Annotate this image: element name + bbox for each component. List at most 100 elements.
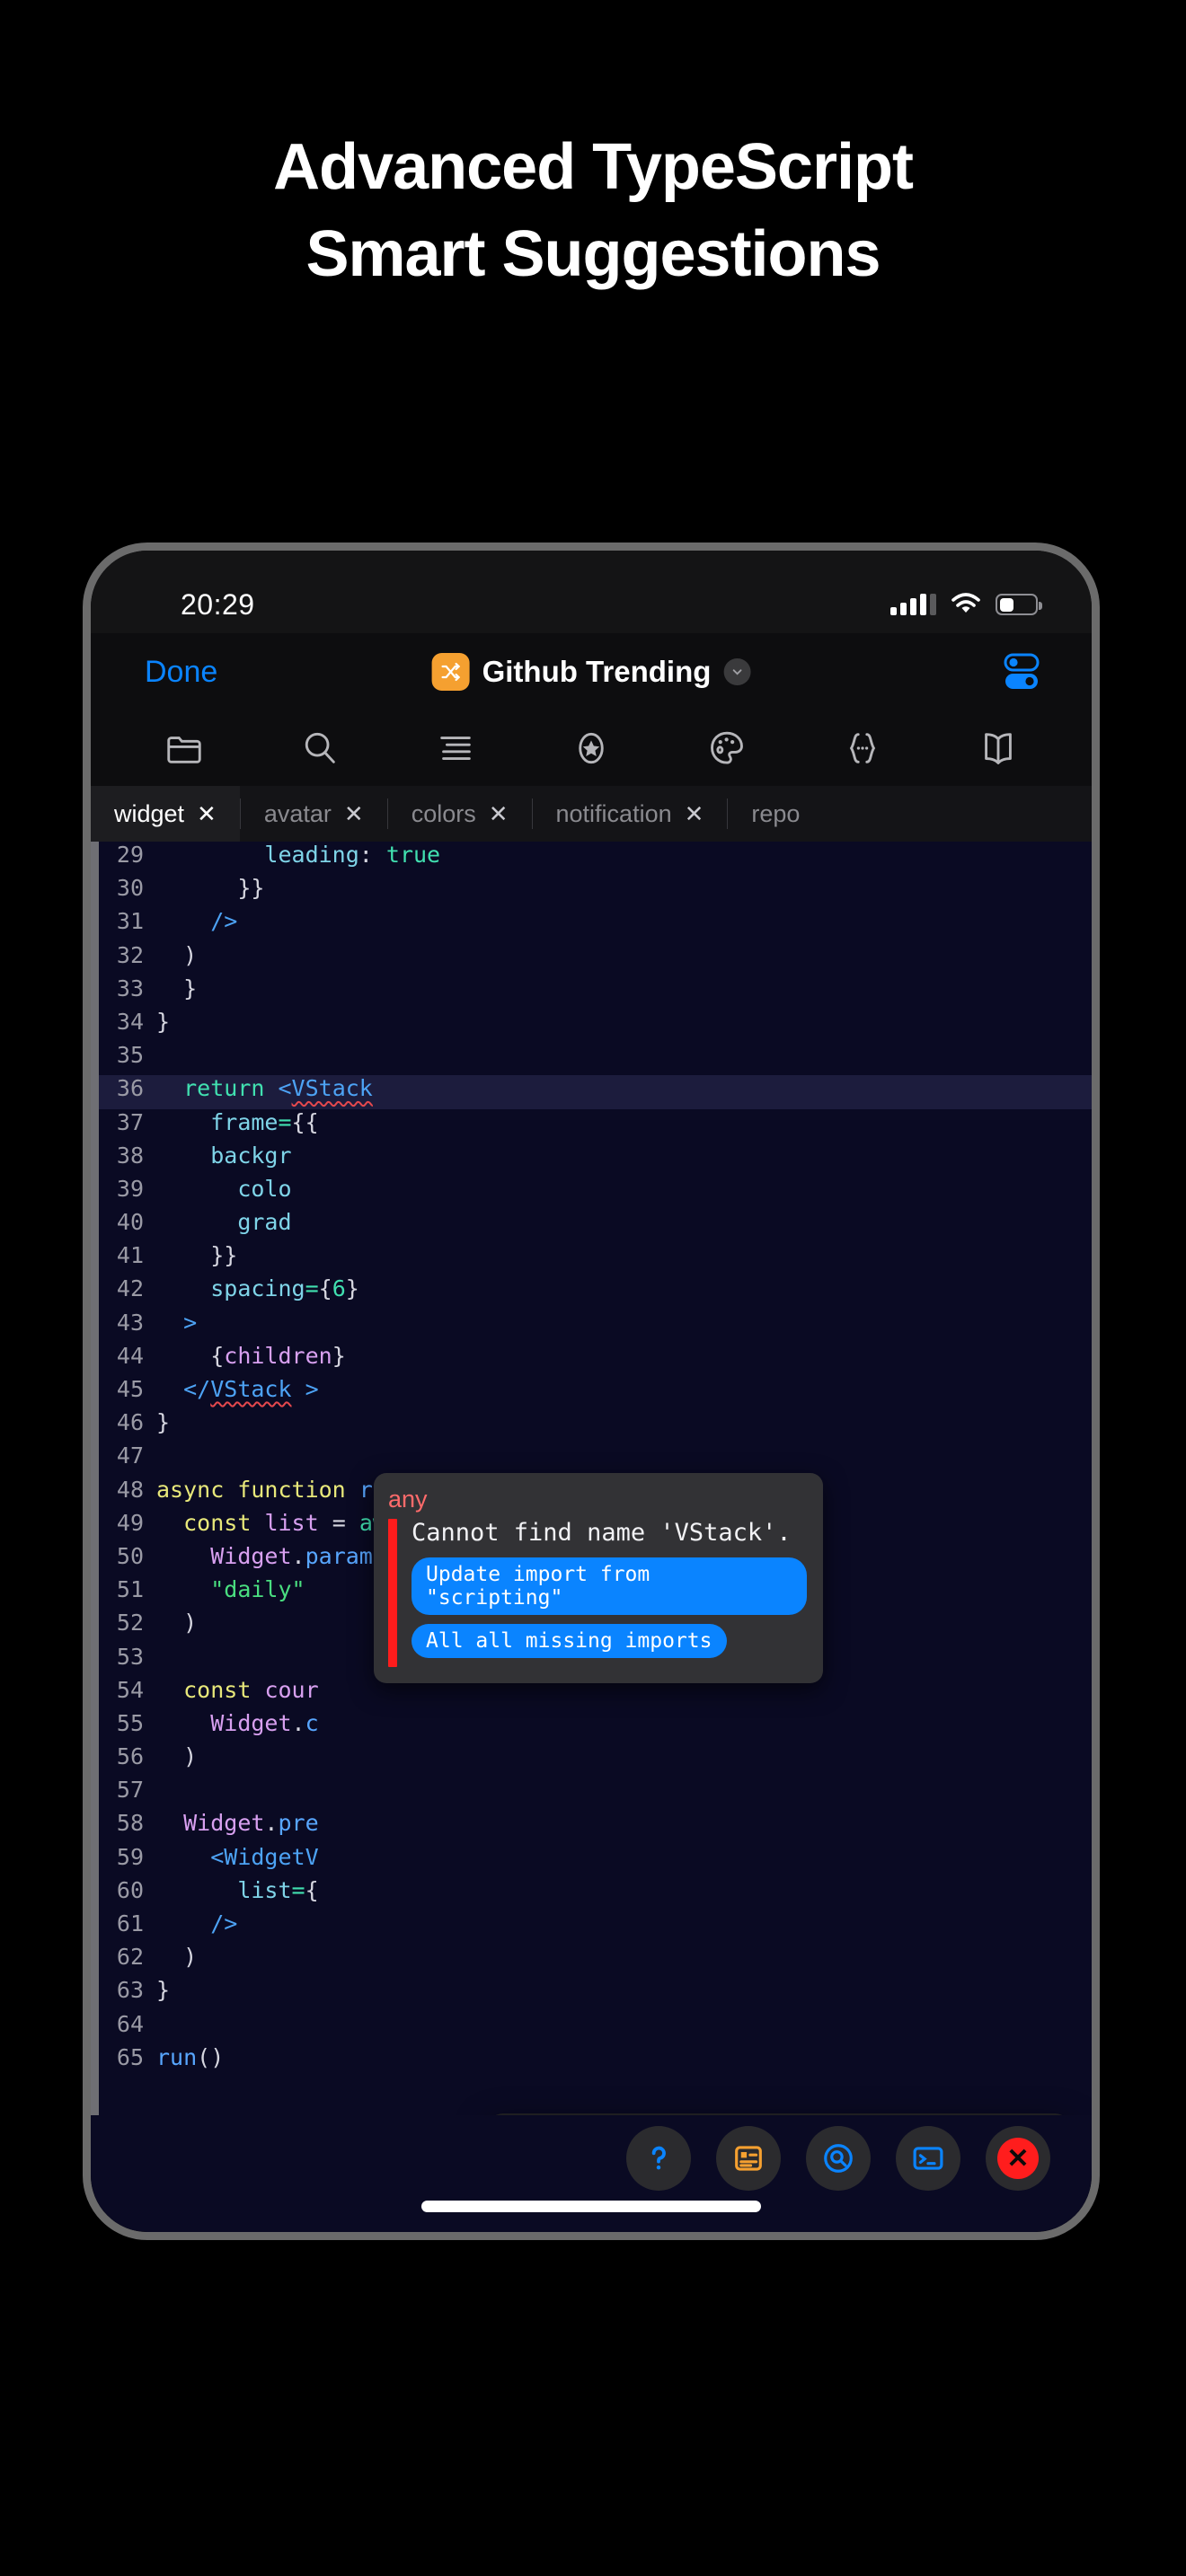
line-number: 32 [116,941,144,968]
code-line[interactable]: 57 [99,1777,1092,1810]
line-number: 64 [116,2010,144,2037]
code-line[interactable]: 58 Widget.pre [99,1810,1092,1843]
nav-title: Github Trending [482,655,712,688]
line-number: 54 [116,1676,144,1703]
palette-icon[interactable] [706,728,748,769]
navigation-bar: Done Github Trending [91,633,1092,710]
line-number: 34 [116,1008,144,1035]
line-number: 65 [116,2043,144,2070]
document-icon[interactable] [716,2126,781,2191]
code-line[interactable]: 61 /> [99,1910,1092,1944]
phone-screen: 20:29 Done Github Trending widget ✕ avat… [91,551,1092,2232]
shuffle-icon [431,653,470,691]
braces-icon[interactable] [842,728,883,769]
code-line[interactable]: 35 [99,1042,1092,1075]
code-line[interactable]: 46} [99,1409,1092,1442]
phone-frame: 20:29 Done Github Trending widget ✕ avat… [83,543,1100,2240]
home-indicator [421,2201,761,2212]
tab-colors[interactable]: colors ✕ [388,786,532,842]
code-line[interactable]: 36 return <VStack [99,1075,1092,1109]
help-question-icon[interactable] [626,2126,691,2191]
stop-cross-icon: ✕ [997,2138,1039,2179]
code-line[interactable]: 37 frame={{ [99,1109,1092,1142]
line-number: 49 [116,1509,144,1536]
line-content: } [156,1409,171,1436]
close-icon[interactable]: ✕ [489,800,509,828]
tab-label: avatar [263,799,332,827]
code-line[interactable]: 41 }} [99,1242,1092,1275]
code-line[interactable]: 60 list={ [99,1877,1092,1910]
close-icon[interactable]: ✕ [197,800,217,828]
code-line[interactable]: 33 } [99,975,1092,1009]
promo-screenshot: Advanced TypeScript Smart Suggestions 20… [0,0,1186,2576]
code-line[interactable]: 31 /> [99,908,1092,941]
status-bar: 20:29 [91,551,1092,633]
line-content: </VStack > [183,1376,319,1402]
headline-line-2: Smart Suggestions [305,218,881,290]
quickfix-action-add-all-imports[interactable]: All all missing imports [412,1624,727,1658]
code-line[interactable]: 40 grad [99,1209,1092,1242]
star-circle-icon[interactable] [571,728,612,769]
terminal-icon[interactable] [896,2126,960,2191]
sliders-icon[interactable] [1002,652,1041,692]
code-line[interactable]: 45 </VStack > [99,1376,1092,1409]
code-line[interactable]: 56 ) [99,1743,1092,1777]
line-content: /> [210,1910,238,1936]
search-icon[interactable] [299,728,341,769]
code-line[interactable]: 62 ) [99,1944,1092,1977]
done-button[interactable]: Done [145,655,217,690]
code-line[interactable]: 43 > [99,1310,1092,1343]
line-number: 44 [116,1342,144,1369]
line-number: 55 [116,1709,144,1736]
line-number: 57 [116,1777,144,1804]
tab-avatar[interactable]: avatar ✕ [241,786,387,842]
nav-title-group[interactable]: Github Trending [431,653,751,691]
line-number: 41 [116,1242,144,1269]
line-content: } [156,1977,171,2004]
code-line[interactable]: 44 {children} [99,1343,1092,1376]
code-line[interactable]: 32 ) [99,942,1092,975]
outline-list-icon[interactable] [435,728,476,769]
code-line[interactable]: 65 run() [99,2044,1092,2078]
line-content: spacing={6} [210,1275,359,1302]
code-line[interactable]: 64 [99,2011,1092,2044]
line-number: 42 [116,1275,144,1302]
line-number: 29 [116,842,144,868]
tab-label: widget [114,799,185,827]
line-content: }} [237,875,265,902]
code-line[interactable]: 59 <WidgetV [99,1844,1092,1877]
line-number: 62 [116,1944,144,1971]
folder-icon[interactable] [164,728,205,769]
line-content: frame={{ [210,1108,319,1135]
line-content: }} [210,1242,238,1269]
search-circle-icon[interactable] [806,2126,871,2191]
line-number: 38 [116,1142,144,1169]
tab-widget[interactable]: widget ✕ [91,786,240,842]
book-icon[interactable] [978,728,1019,769]
line-content: <WidgetV [210,1843,319,1870]
line-number: 47 [116,1442,144,1469]
line-content: ) [183,1743,198,1770]
close-icon[interactable]: ✕ [685,800,704,828]
code-line[interactable]: 30 }} [99,875,1092,908]
stop-icon[interactable]: ✕ [986,2126,1050,2191]
quickfix-popup[interactable]: any Cannot find name 'VStack'. Update im… [374,1473,823,1683]
code-line[interactable]: 47 [99,1442,1092,1476]
tab-repo[interactable]: repo [728,786,823,842]
code-line[interactable]: 39 colo [99,1176,1092,1209]
code-line[interactable]: 34} [99,1009,1092,1042]
editor-icon-toolbar [91,710,1092,786]
code-line[interactable]: 42 spacing={6} [99,1275,1092,1309]
quickfix-type-label: any [388,1486,428,1513]
status-icons [890,588,1042,615]
line-content: return <VStack [183,1075,373,1102]
code-line[interactable]: 29 leading: true [99,842,1092,875]
chevron-down-icon[interactable] [723,658,751,685]
close-icon[interactable]: ✕ [344,800,364,828]
code-line[interactable]: 38 backgr [99,1142,1092,1176]
code-line[interactable]: 63} [99,1977,1092,2010]
code-line[interactable]: 55 Widget.c [99,1710,1092,1743]
tab-notification[interactable]: notification ✕ [533,786,728,842]
quickfix-action-update-import[interactable]: Update import from "scripting" [412,1557,807,1615]
code-editor[interactable]: 29 leading: true 30 }} 31 /> 32 ) 33 } 34} 35 3… [91,842,1092,2115]
